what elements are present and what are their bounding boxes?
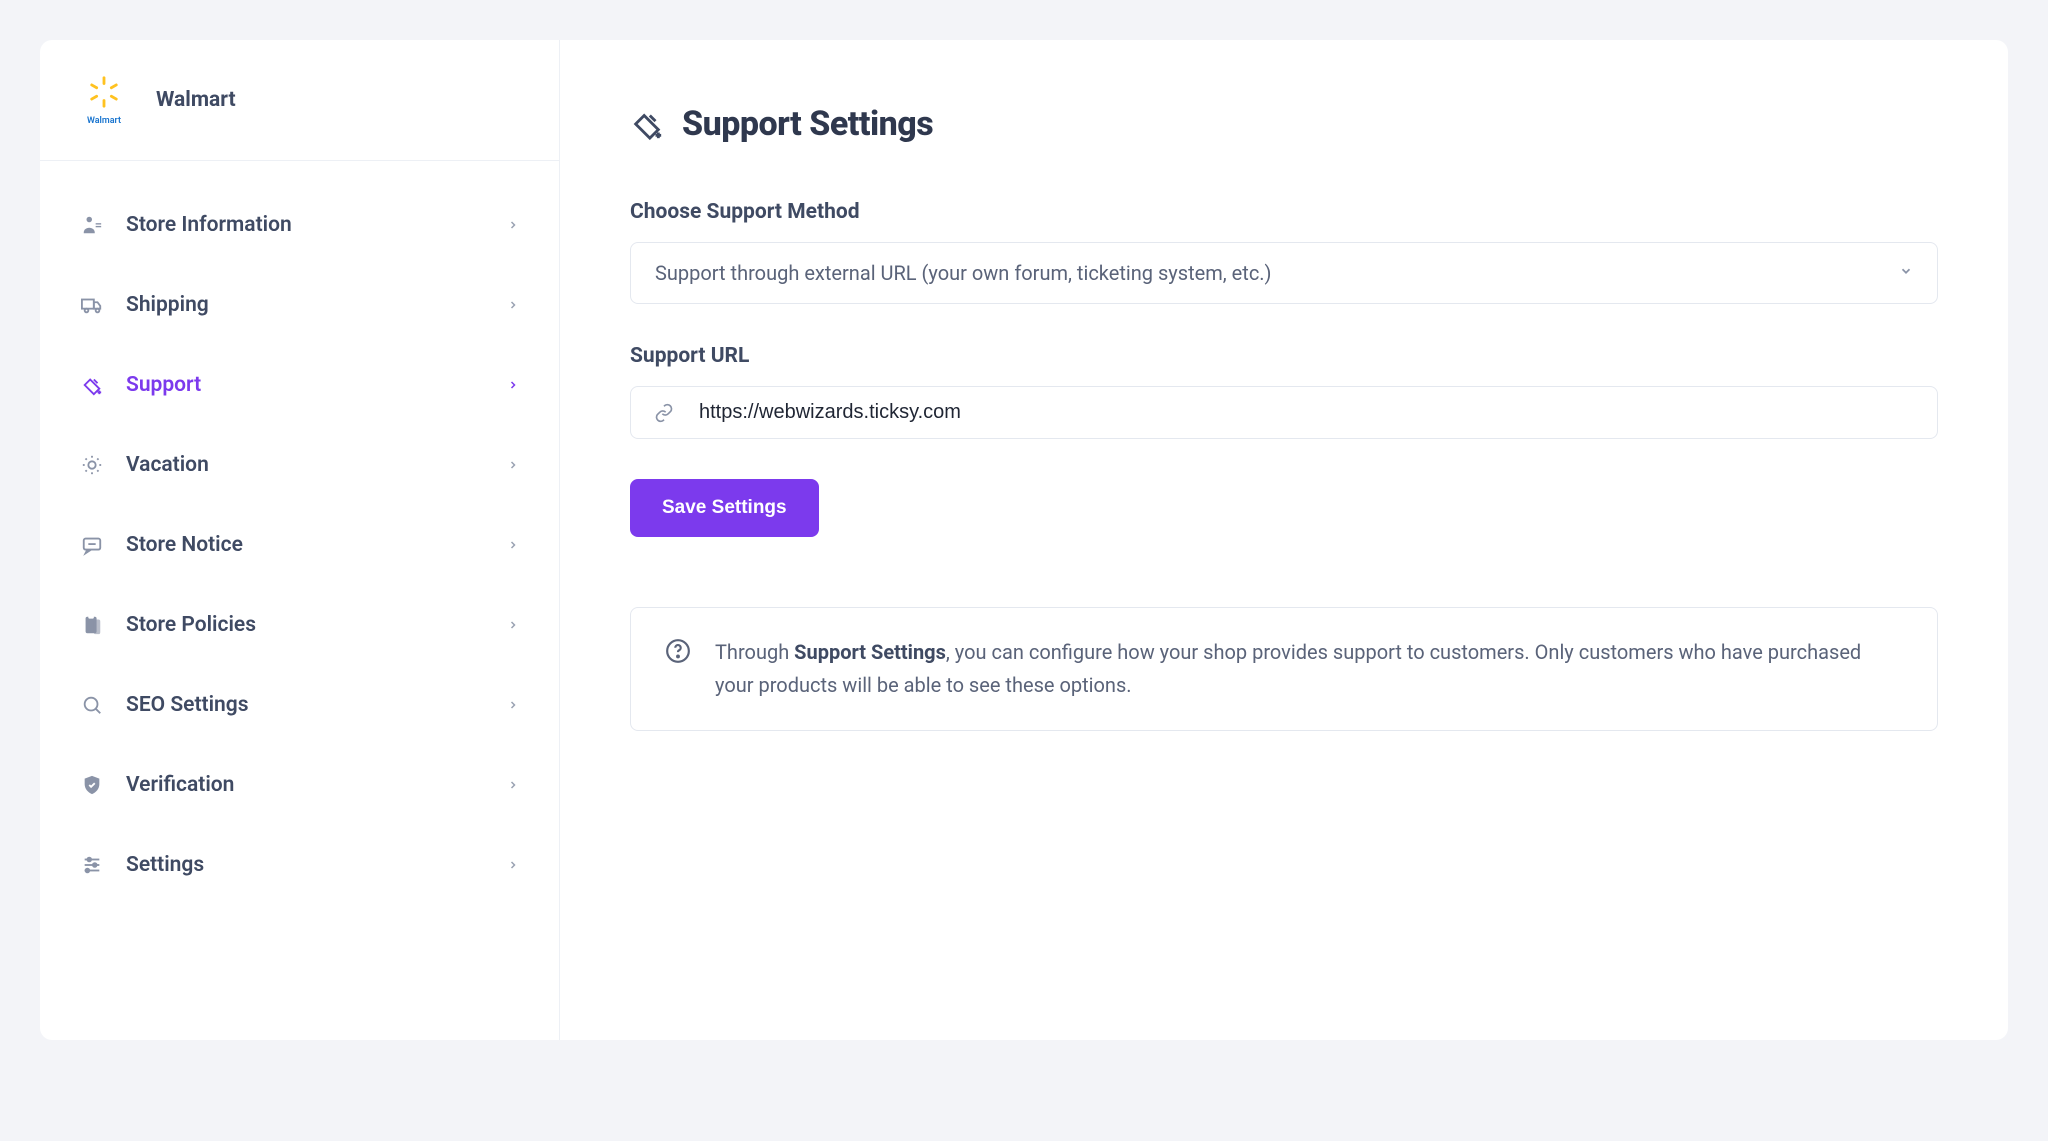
link-icon bbox=[653, 402, 675, 424]
sidebar-item-store-policies[interactable]: Store Policies bbox=[40, 585, 559, 665]
sidebar: Walmart Walmart Store Information bbox=[40, 40, 560, 1040]
sidebar-item-store-notice[interactable]: Store Notice bbox=[40, 505, 559, 585]
sidebar-item-label: Verification bbox=[126, 773, 485, 797]
info-text: Through Support Settings, you can config… bbox=[715, 636, 1903, 702]
sidebar-nav: Store Information Shipping bbox=[40, 161, 559, 929]
sidebar-item-label: SEO Settings bbox=[126, 693, 485, 717]
sidebar-item-vacation[interactable]: Vacation bbox=[40, 425, 559, 505]
search-icon bbox=[80, 693, 104, 717]
main-content: Support Settings Choose Support Method S… bbox=[560, 40, 2008, 1040]
save-settings-button[interactable]: Save Settings bbox=[630, 479, 819, 537]
sliders-icon bbox=[80, 853, 104, 877]
chevron-right-icon bbox=[507, 455, 519, 476]
chevron-right-icon bbox=[507, 215, 519, 236]
chevron-right-icon bbox=[507, 295, 519, 316]
ticket-icon bbox=[80, 373, 104, 397]
chevron-right-icon bbox=[507, 615, 519, 636]
clipboard-icon bbox=[80, 613, 104, 637]
brand-logo: Walmart bbox=[80, 76, 128, 124]
help-icon bbox=[665, 638, 691, 664]
sun-icon bbox=[80, 453, 104, 477]
sidebar-item-label: Shipping bbox=[126, 293, 485, 317]
settings-card: Walmart Walmart Store Information bbox=[40, 40, 2008, 1040]
sidebar-item-label: Store Information bbox=[126, 213, 485, 237]
message-icon bbox=[80, 533, 104, 557]
spark-icon bbox=[87, 75, 121, 109]
chevron-right-icon bbox=[507, 375, 519, 396]
sidebar-item-settings[interactable]: Settings bbox=[40, 825, 559, 905]
sidebar-item-label: Store Notice bbox=[126, 533, 485, 557]
support-url-field: Support URL bbox=[630, 344, 1938, 439]
sidebar-item-verification[interactable]: Verification bbox=[40, 745, 559, 825]
brand-block: Walmart Walmart bbox=[40, 40, 559, 161]
sidebar-item-shipping[interactable]: Shipping bbox=[40, 265, 559, 345]
support-url-input[interactable] bbox=[699, 401, 1915, 424]
sidebar-item-label: Support bbox=[126, 373, 485, 397]
chevron-right-icon bbox=[507, 775, 519, 796]
truck-icon bbox=[80, 293, 104, 317]
user-icon bbox=[80, 213, 104, 237]
chevron-down-icon bbox=[1899, 264, 1913, 282]
chevron-right-icon bbox=[507, 855, 519, 876]
info-prefix: Through bbox=[715, 640, 794, 664]
support-url-label: Support URL bbox=[630, 344, 1938, 368]
sidebar-item-store-information[interactable]: Store Information bbox=[40, 185, 559, 265]
support-method-select[interactable]: Support through external URL (your own f… bbox=[630, 242, 1938, 304]
info-bold: Support Settings bbox=[794, 640, 946, 664]
support-method-label: Choose Support Method bbox=[630, 200, 1938, 224]
support-method-field: Choose Support Method Support through ex… bbox=[630, 200, 1938, 304]
sidebar-item-support[interactable]: Support bbox=[40, 345, 559, 425]
select-value: Support through external URL (your own f… bbox=[655, 261, 1272, 285]
brand-subtext: Walmart bbox=[87, 116, 121, 126]
chevron-right-icon bbox=[507, 695, 519, 716]
shield-icon bbox=[80, 773, 104, 797]
chevron-right-icon bbox=[507, 535, 519, 556]
brand-name: Walmart bbox=[156, 88, 236, 112]
sidebar-item-label: Store Policies bbox=[126, 613, 485, 637]
sidebar-item-seo-settings[interactable]: SEO Settings bbox=[40, 665, 559, 745]
support-url-input-wrap[interactable] bbox=[630, 386, 1938, 439]
sidebar-item-label: Vacation bbox=[126, 453, 485, 477]
sidebar-item-label: Settings bbox=[126, 853, 485, 877]
ticket-icon bbox=[630, 107, 664, 141]
info-box: Through Support Settings, you can config… bbox=[630, 607, 1938, 731]
page-title: Support Settings bbox=[682, 104, 933, 144]
page-title-row: Support Settings bbox=[630, 104, 1938, 144]
